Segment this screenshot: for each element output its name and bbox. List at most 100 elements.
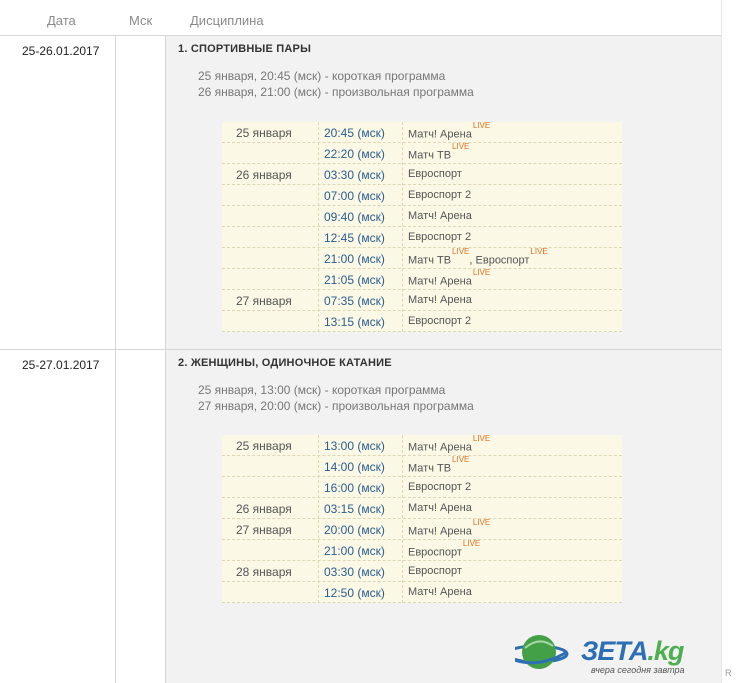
schedule-channels: Матч! АренаLIVE	[408, 518, 490, 538]
schedule-time: 21:00 (мск)	[324, 252, 385, 266]
live-badge: LIVE	[472, 121, 491, 130]
column-divider	[402, 122, 403, 332]
header-date: Дата	[47, 13, 76, 28]
schedule-channels: Матч! АренаLIVE	[408, 268, 490, 288]
schedule-time: 12:45 (мск)	[324, 231, 385, 245]
schedule-time: 03:30 (мск)	[324, 168, 385, 182]
msk-column	[116, 36, 166, 349]
schedule-channels: Евроспорт 2	[408, 481, 471, 493]
broadcast-schedule: 25 января 13:00 (мск) Матч! АренаLIVE 14:00…	[222, 434, 622, 603]
schedule-row: 25 января 20:45 (мск) Матч! АренаLIVE	[222, 121, 622, 143]
schedule-channels: Евроспорт 2	[408, 315, 471, 327]
schedule-row: 26 января 03:15 (мск) Матч! Арена	[222, 498, 622, 519]
schedule-row: 25 января 13:00 (мск) Матч! АренаLIVE	[222, 434, 622, 456]
schedule-day: 27 января	[236, 294, 292, 308]
schedule-channels: Матч! Арена	[408, 586, 472, 598]
schedule-row: 13:15 (мск) Евроспорт 2	[222, 311, 622, 332]
schedule-channels: Матч! АренаLIVE	[408, 121, 490, 141]
schedule-time: 07:35 (мск)	[324, 294, 385, 308]
live-badge: LIVE	[452, 142, 470, 151]
live-badge: LIVE	[472, 518, 491, 527]
program-line: 26 января, 21:00 (мск) - произвольная пр…	[198, 85, 474, 99]
schedule-row: 27 января 07:35 (мск) Матч! Арена	[222, 290, 622, 311]
schedule-row: 27 января 20:00 (мск) Матч! АренаLIVE	[222, 518, 622, 540]
schedule-day: 25 января	[236, 439, 292, 453]
date-column: 25-26.01.2017	[0, 36, 116, 349]
channel-name: Евроспорт 2	[408, 189, 472, 201]
header-discipline: Дисциплина	[190, 13, 264, 28]
schedule-row: 09:40 (мск) Матч! Арена	[222, 206, 622, 227]
channel-name: Матч! Арена	[408, 441, 472, 454]
channel-name: Матч! Арена	[408, 294, 472, 306]
program-line: 27 января, 20:00 (мск) - произвольная пр…	[198, 399, 474, 413]
live-badge: LIVE	[472, 268, 491, 277]
schedule-row: 14:00 (мск) Матч ТВLIVE	[222, 455, 622, 477]
schedule-day: 27 января	[236, 523, 292, 537]
schedule-channels: ЕвроспортLIVE	[408, 539, 480, 559]
schedule-row: 22:20 (мск) Матч ТВLIVE	[222, 142, 622, 164]
date-column: 25-27.01.2017	[0, 350, 116, 683]
program-line: 25 января, 13:00 (мск) - короткая програ…	[198, 383, 446, 397]
channel-name: Матч! Арена	[408, 128, 472, 141]
event-date: 25-26.01.2017	[22, 44, 100, 58]
schedule-day: 26 января	[236, 502, 292, 516]
schedule-time: 13:15 (мск)	[324, 315, 385, 329]
logo-tagline: вчера сегодня завтра	[591, 665, 685, 675]
schedule-channels: Евроспорт 2	[408, 231, 471, 243]
schedule-row: 21:05 (мск) Матч! АренаLIVE	[222, 268, 622, 290]
event-date: 25-27.01.2017	[22, 358, 100, 372]
schedule-channels: Матч! Арена	[408, 210, 472, 222]
program-line: 25 января, 20:45 (мск) - короткая програ…	[198, 69, 446, 83]
schedule-time: 13:00 (мск)	[324, 439, 385, 453]
registered-mark: R	[725, 668, 732, 678]
schedule-channels: Матч ТВLIVE	[408, 455, 469, 475]
msk-column	[116, 350, 166, 683]
schedule-time: 09:40 (мск)	[324, 210, 385, 224]
schedule-time: 03:15 (мск)	[324, 502, 385, 516]
schedule-time: 22:20 (мск)	[324, 147, 385, 161]
schedule-time: 03:30 (мск)	[324, 565, 385, 579]
schedule-channels: Евроспорт	[408, 565, 462, 577]
schedule-time: 21:05 (мск)	[324, 273, 385, 287]
schedule-channels: Матч! Арена	[408, 294, 472, 306]
discipline-title: 2. ЖЕНЩИНЫ, ОДИНОЧНОЕ КАТАНИЕ	[178, 357, 392, 369]
table-header: Дата Мск Дисциплина	[0, 0, 721, 36]
live-badge: LIVE	[462, 539, 481, 548]
live-badge: LIVE	[452, 247, 470, 256]
schedule-row: 28 января 03:30 (мск) Евроспорт	[222, 561, 622, 582]
schedule-day: 26 января	[236, 168, 292, 182]
channel-name: Евроспорт	[475, 254, 530, 267]
event-section-pairs: 25-26.01.2017 1. СПОРТИВНЫЕ ПАРЫ 25 янва…	[0, 36, 721, 350]
schedule-row: 21:00 (мск) Матч ТВLIVE, ЕвроспортLIVE	[222, 247, 622, 269]
schedule-day: 25 января	[236, 126, 292, 140]
schedule-day: 28 января	[236, 565, 292, 579]
schedule-channels: Матч! Арена	[408, 502, 472, 514]
live-badge: LIVE	[472, 434, 491, 443]
schedule-time: 20:45 (мск)	[324, 126, 385, 140]
column-divider	[318, 122, 319, 332]
schedule-row: 12:50 (мск) Матч! Арена	[222, 582, 622, 603]
logo-brand: ЗЕТА.kg	[581, 636, 684, 666]
live-badge: LIVE	[530, 247, 548, 256]
watermark-logo: ЗЕТА.kg вчера сегодня завтра R	[515, 628, 736, 683]
channel-name: Евроспорт 2	[408, 315, 472, 327]
schedule-time: 12:50 (мск)	[324, 586, 385, 600]
schedule-time: 20:00 (мск)	[324, 523, 385, 537]
schedule-time: 14:00 (мск)	[324, 460, 385, 474]
channel-name: Матч! Арена	[408, 275, 472, 288]
channel-name: Матч! Арена	[408, 502, 472, 514]
channel-name: Евроспорт	[408, 546, 462, 559]
live-badge: LIVE	[452, 455, 470, 464]
globe-icon	[515, 635, 569, 669]
schedule-channels: Матч ТВLIVE	[408, 142, 469, 162]
schedule-row: 16:00 (мск) Евроспорт 2	[222, 477, 622, 498]
channel-name: Матч ТВ	[408, 254, 452, 267]
header-msk: Мск	[129, 13, 153, 28]
schedule-time: 21:00 (мск)	[324, 544, 385, 558]
schedule-time: 07:00 (мск)	[324, 189, 385, 203]
channel-name: Матч! Арена	[408, 525, 472, 538]
channel-name: Матч ТВ	[408, 462, 452, 475]
channel-name: Евроспорт	[408, 565, 462, 577]
schedule-row: 26 января 03:30 (мск) Евроспорт	[222, 164, 622, 185]
schedule-channels: Евроспорт	[408, 168, 462, 180]
